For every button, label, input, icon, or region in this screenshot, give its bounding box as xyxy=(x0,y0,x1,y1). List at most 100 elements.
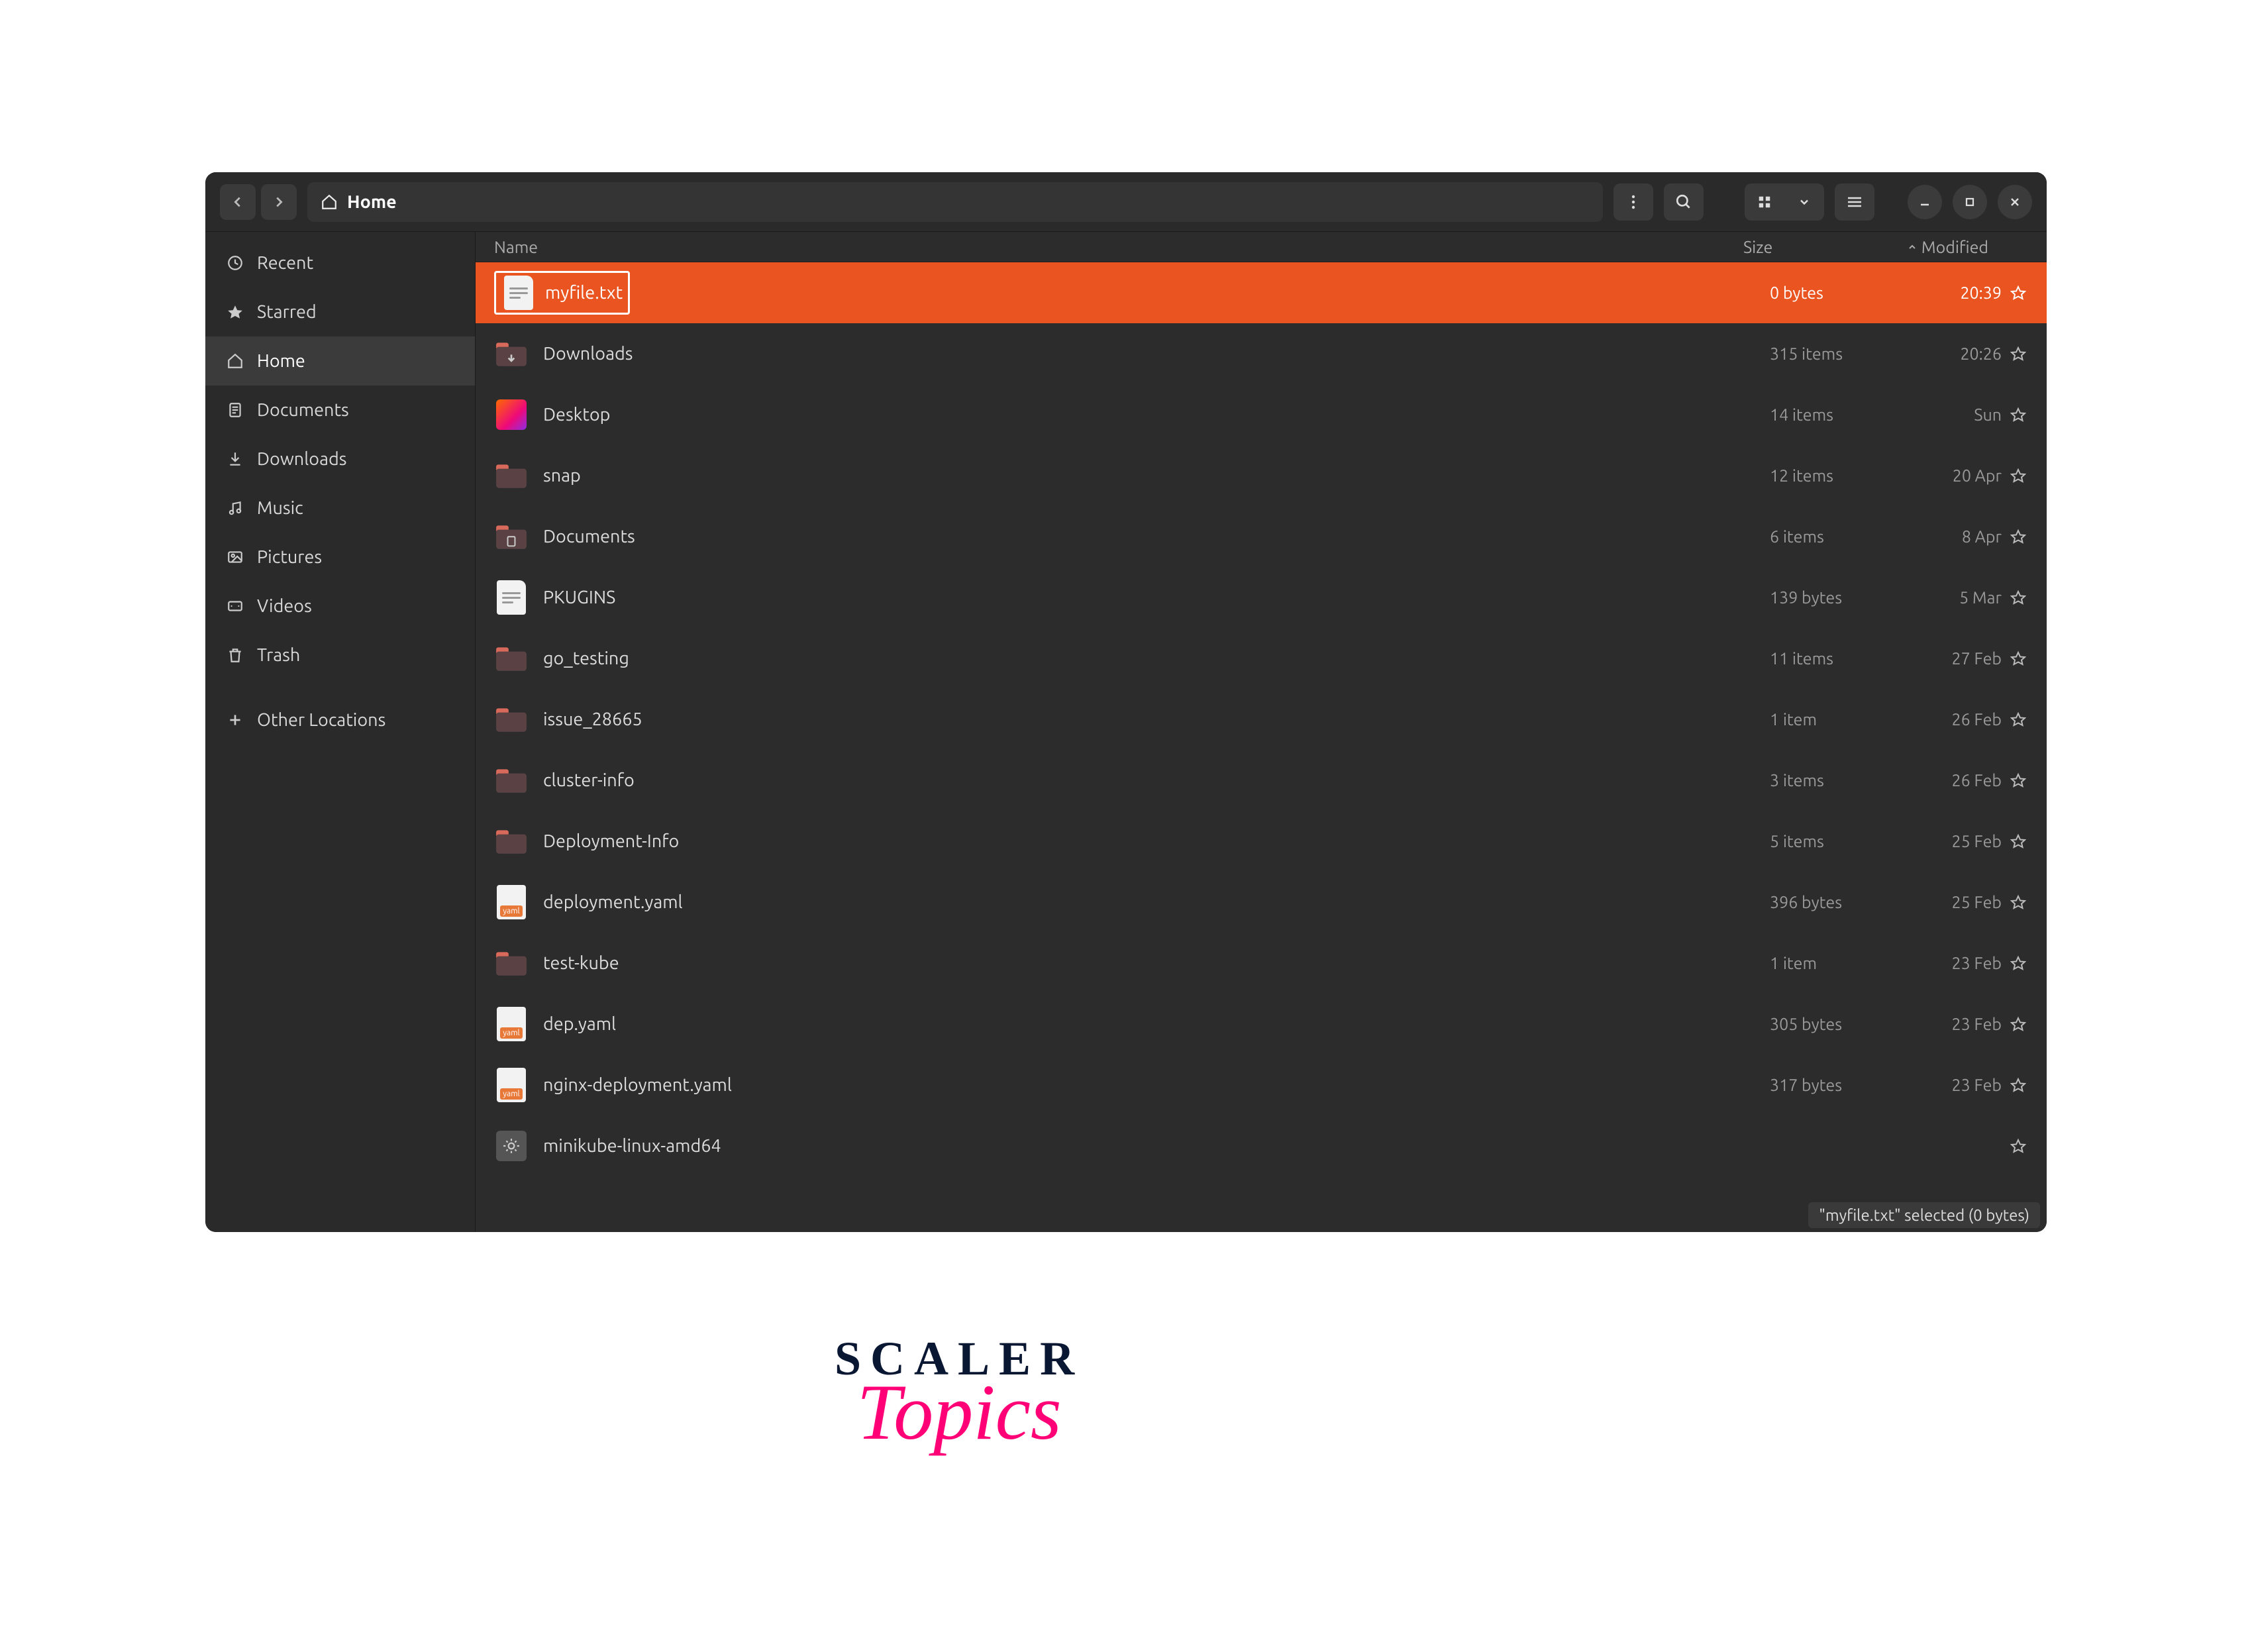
sidebar-item-label: Documents xyxy=(257,400,349,420)
sidebar-item-downloads[interactable]: Downloads xyxy=(205,435,475,484)
file-name: deployment.yaml xyxy=(543,892,1770,912)
file-modified: 20:39 xyxy=(1896,284,2002,302)
file-row[interactable]: Documents6 items8 Apr xyxy=(476,506,2047,567)
file-icon-and-name: myfile.txt xyxy=(494,271,630,315)
file-row[interactable]: yamldep.yaml305 bytes23 Feb xyxy=(476,994,2047,1055)
back-button[interactable] xyxy=(220,184,256,220)
sidebar-item-other-locations[interactable]: Other Locations xyxy=(205,696,475,745)
search-button[interactable] xyxy=(1664,183,1704,221)
star-toggle[interactable] xyxy=(2002,529,2035,544)
file-row[interactable]: snap12 items20 Apr xyxy=(476,445,2047,506)
star-icon xyxy=(225,302,245,322)
star-toggle[interactable] xyxy=(2002,772,2035,788)
sidebar-item-music[interactable]: Music xyxy=(205,484,475,533)
file-size: 139 bytes xyxy=(1770,588,1896,607)
file-name: cluster-info xyxy=(543,770,1770,790)
star-toggle[interactable] xyxy=(2002,955,2035,971)
file-row[interactable]: yamlnginx-deployment.yaml317 bytes23 Feb xyxy=(476,1055,2047,1115)
file-modified: 20 Apr xyxy=(1896,466,2002,485)
star-toggle[interactable] xyxy=(2002,1138,2035,1154)
file-row[interactable]: Deployment-Info5 items25 Feb xyxy=(476,811,2047,872)
grid-view-button[interactable] xyxy=(1745,183,1784,221)
file-row[interactable]: go_testing11 items27 Feb xyxy=(476,628,2047,689)
kebab-menu-button[interactable] xyxy=(1613,183,1653,221)
star-toggle[interactable] xyxy=(2002,590,2035,605)
star-toggle[interactable] xyxy=(2002,346,2035,362)
star-toggle[interactable] xyxy=(2002,1077,2035,1093)
file-size: 0 bytes xyxy=(1770,284,1896,302)
sidebar: Recent Starred Home Documents Downloads Music… xyxy=(205,232,476,1232)
file-name: snap xyxy=(543,466,1770,486)
file-row[interactable]: cluster-info3 items26 Feb xyxy=(476,750,2047,811)
file-icon: yaml xyxy=(494,1068,529,1102)
file-size: 12 items xyxy=(1770,466,1896,485)
file-row[interactable]: PKUGINS139 bytes5 Mar xyxy=(476,567,2047,628)
file-name: issue_28665 xyxy=(543,709,1770,729)
file-row[interactable]: minikube-linux-amd64 xyxy=(476,1115,2047,1176)
file-modified: 25 Feb xyxy=(1896,893,2002,911)
sidebar-item-home[interactable]: Home xyxy=(205,336,475,386)
document-icon xyxy=(225,400,245,420)
maximize-button[interactable] xyxy=(1953,185,1987,219)
close-button[interactable] xyxy=(1998,185,2032,219)
file-icon xyxy=(494,458,529,493)
sidebar-item-recent[interactable]: Recent xyxy=(205,238,475,287)
file-name: nginx-deployment.yaml xyxy=(543,1075,1770,1095)
file-row[interactable]: test-kube1 item23 Feb xyxy=(476,933,2047,994)
file-modified: 20:26 xyxy=(1896,344,2002,363)
path-bar[interactable]: Home xyxy=(307,182,1603,222)
music-icon xyxy=(225,498,245,518)
star-toggle[interactable] xyxy=(2002,407,2035,423)
star-toggle[interactable] xyxy=(2002,894,2035,910)
file-name: minikube-linux-amd64 xyxy=(543,1136,1770,1156)
file-name: PKUGINS xyxy=(543,588,1770,607)
star-toggle[interactable] xyxy=(2002,650,2035,666)
file-modified: 26 Feb xyxy=(1896,771,2002,790)
hamburger-menu-button[interactable] xyxy=(1835,183,1874,221)
star-toggle[interactable] xyxy=(2002,468,2035,484)
column-modified[interactable]: Modified xyxy=(1869,238,1995,256)
sidebar-item-label: Starred xyxy=(257,302,317,322)
brand-line-2: Topics xyxy=(835,1367,1084,1458)
column-name[interactable]: Name xyxy=(494,238,1743,256)
file-name: myfile.txt xyxy=(545,283,623,303)
sidebar-item-starred[interactable]: Starred xyxy=(205,287,475,336)
star-toggle[interactable] xyxy=(2002,711,2035,727)
star-toggle[interactable] xyxy=(2002,1016,2035,1032)
sidebar-item-label: Recent xyxy=(257,253,313,273)
file-modified: 8 Apr xyxy=(1896,527,2002,546)
file-icon: yaml xyxy=(494,885,529,919)
plus-icon xyxy=(225,710,245,730)
sidebar-item-label: Home xyxy=(257,351,305,371)
file-size: 317 bytes xyxy=(1770,1076,1896,1094)
star-toggle[interactable] xyxy=(2002,833,2035,849)
sidebar-item-label: Downloads xyxy=(257,449,346,469)
file-modified: 5 Mar xyxy=(1896,588,2002,607)
home-icon xyxy=(321,193,338,211)
sidebar-item-documents[interactable]: Documents xyxy=(205,386,475,435)
titlebar: Home xyxy=(205,172,2047,232)
file-row[interactable]: issue_286651 item26 Feb xyxy=(476,689,2047,750)
file-row[interactable]: yamldeployment.yaml396 bytes25 Feb xyxy=(476,872,2047,933)
star-toggle[interactable] xyxy=(2002,285,2035,301)
file-row[interactable]: myfile.txt 0 bytes20:39 xyxy=(476,262,2047,323)
file-icon xyxy=(494,519,529,554)
minimize-button[interactable] xyxy=(1908,185,1942,219)
file-modified: Sun xyxy=(1896,405,2002,424)
column-size[interactable]: Size xyxy=(1743,238,1869,256)
file-modified: 26 Feb xyxy=(1896,710,2002,729)
video-icon xyxy=(225,596,245,616)
file-row[interactable]: Downloads315 items20:26 xyxy=(476,323,2047,384)
file-size: 305 bytes xyxy=(1770,1015,1896,1033)
view-options-dropdown[interactable] xyxy=(1784,183,1824,221)
file-icon xyxy=(494,1129,529,1163)
file-list-pane: Name Size Modified myfile.txt 0 bytes20:3… xyxy=(476,232,2047,1232)
file-name: go_testing xyxy=(543,648,1770,668)
sidebar-item-pictures[interactable]: Pictures xyxy=(205,533,475,582)
download-icon xyxy=(225,449,245,469)
forward-button[interactable] xyxy=(261,184,297,220)
sidebar-item-trash[interactable]: Trash xyxy=(205,631,475,680)
sidebar-item-videos[interactable]: Videos xyxy=(205,582,475,631)
file-row[interactable]: Desktop14 itemsSun xyxy=(476,384,2047,445)
sort-asc-icon xyxy=(1907,242,1918,252)
